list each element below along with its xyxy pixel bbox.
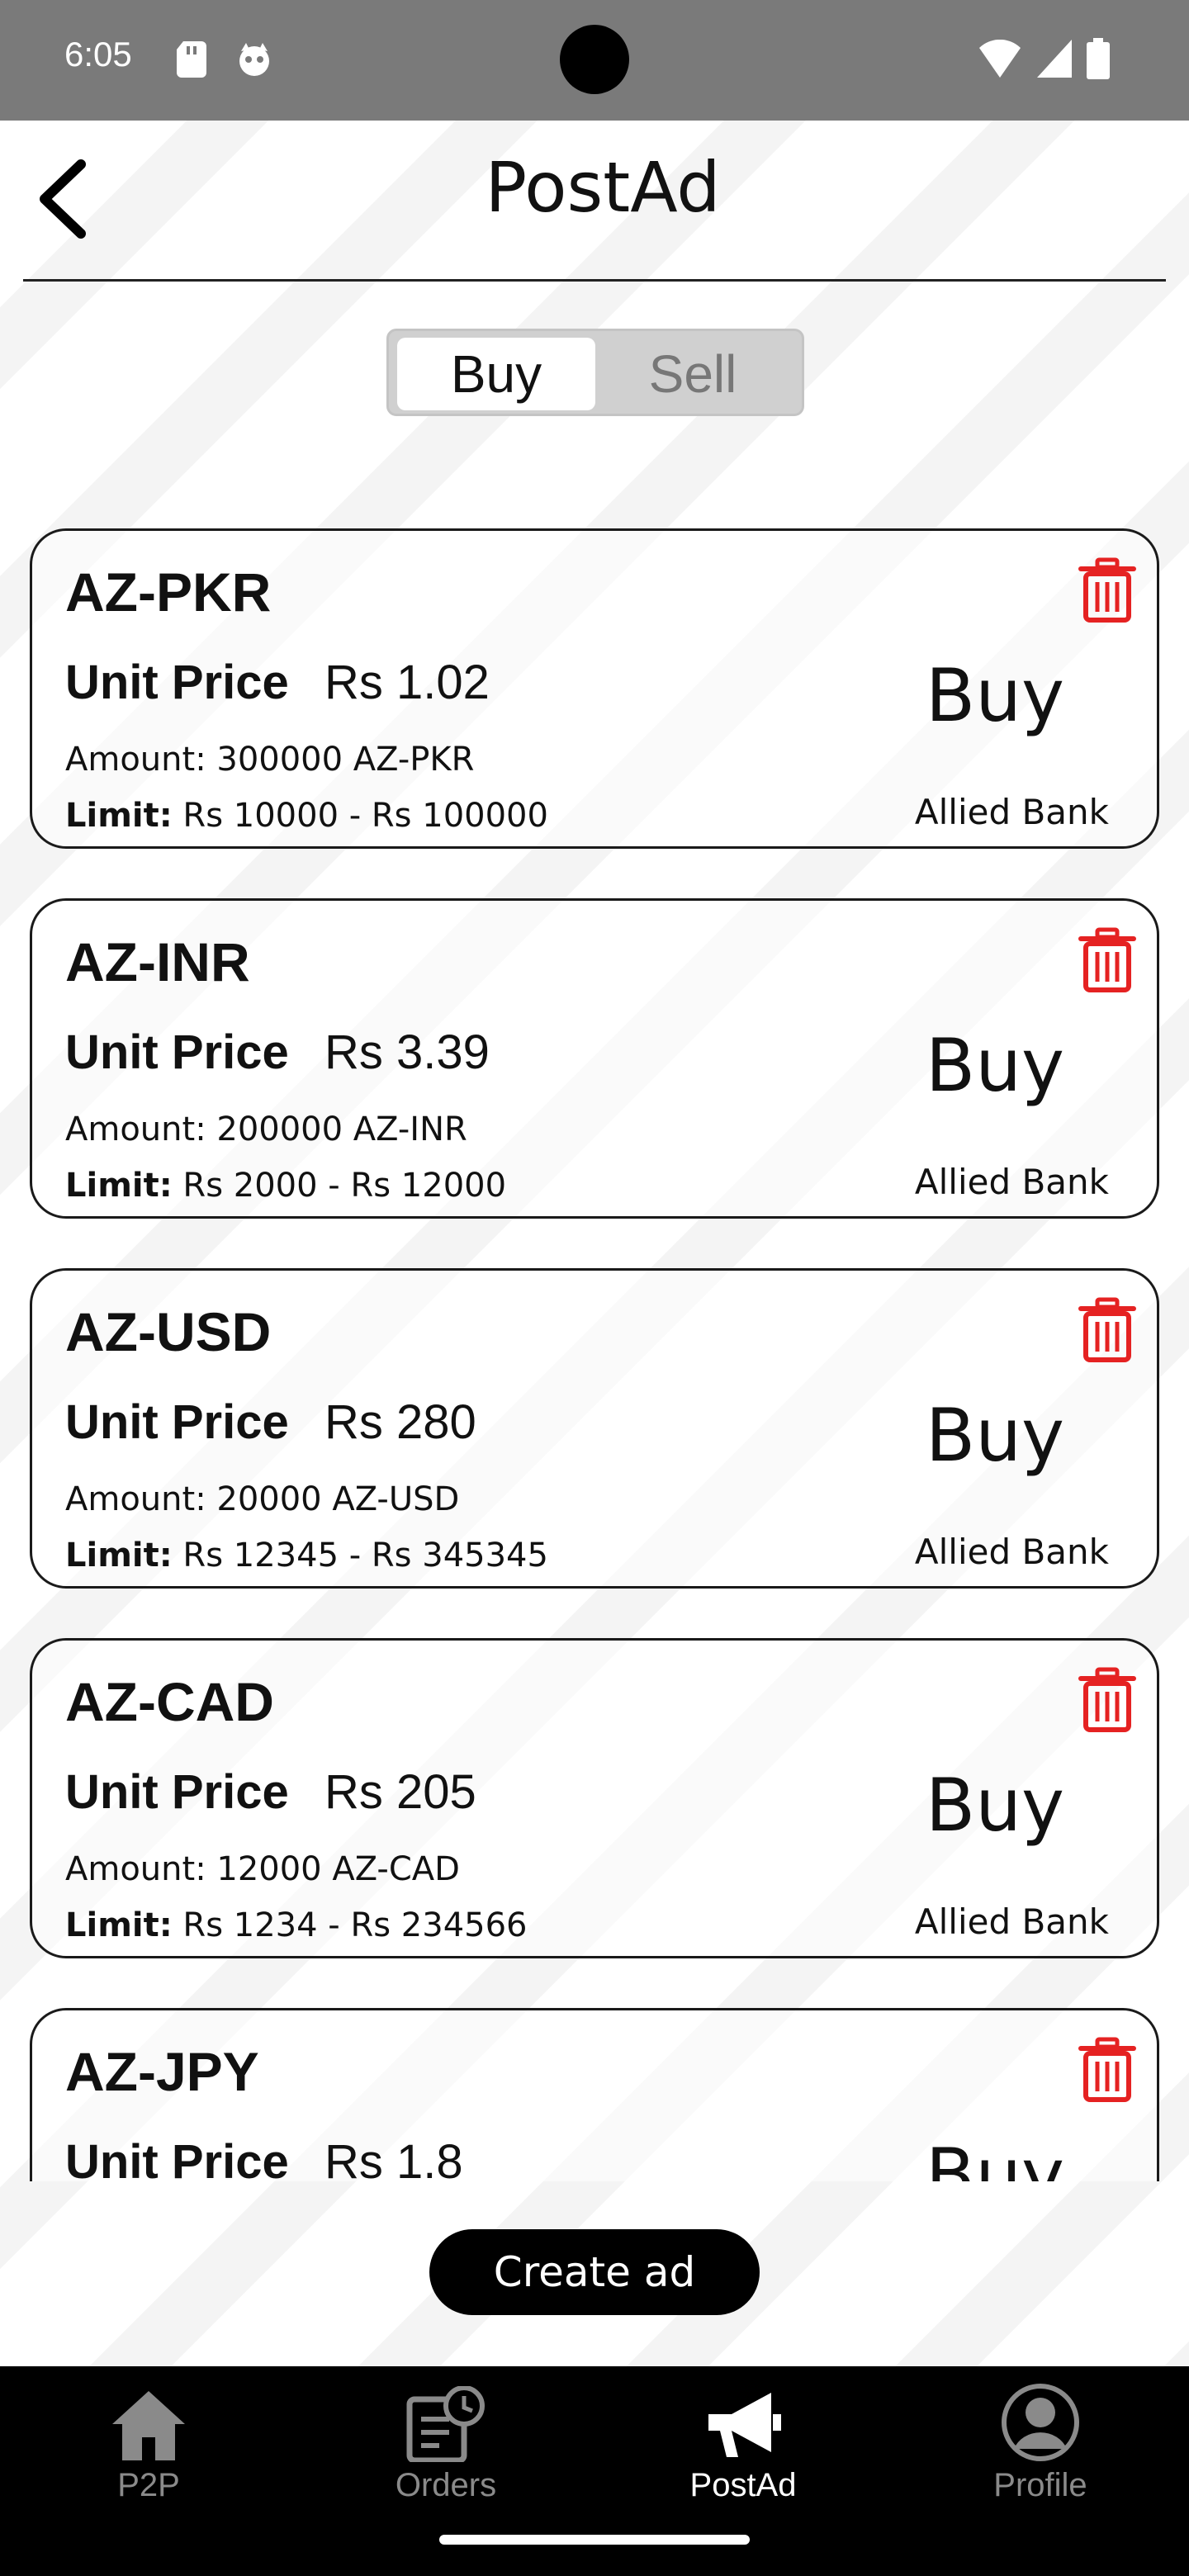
unit-price-label: Unit Price: [65, 1765, 289, 1819]
ad-card[interactable]: AZ-JPY Unit Price Rs 1.8 Buy: [30, 2008, 1159, 2181]
nav-label: P2P: [117, 2467, 180, 2503]
bank-name: Allied Bank: [914, 1901, 1109, 1942]
wifi-icon: [979, 39, 1021, 81]
unit-price-label: Unit Price: [65, 1025, 289, 1079]
limit-value: Rs 12345 - Rs 345345: [172, 1537, 548, 1574]
delete-button[interactable]: [1078, 927, 1137, 993]
limit-label: Limit:: [65, 797, 173, 835]
unit-price-value: Rs 1.02: [324, 656, 490, 709]
delete-button[interactable]: [1078, 557, 1137, 623]
limit-value: Rs 2000 - Rs 12000: [172, 1167, 507, 1205]
nav-profile[interactable]: Profile: [958, 2383, 1123, 2531]
amount-text: Amount: 20000 AZ-USD: [65, 1480, 460, 1518]
ad-action: Buy: [925, 1023, 1065, 1108]
ad-card[interactable]: AZ-CAD Unit Price Rs 205 Amount: 12000 A…: [30, 1638, 1159, 1958]
nav-p2p[interactable]: P2P: [66, 2383, 231, 2531]
unit-price-label: Unit Price: [65, 1395, 289, 1449]
ad-pair: AZ-JPY: [65, 2041, 259, 2102]
unit-price-value: Rs 1.8: [324, 2135, 463, 2181]
create-ad-button[interactable]: Create ad: [429, 2229, 760, 2315]
unit-price-label: Unit Price: [65, 656, 289, 709]
unit-price-label: Unit Price: [65, 2135, 289, 2181]
trash-icon: [1078, 927, 1136, 992]
limit-label: Limit:: [65, 1906, 173, 1944]
unit-price-value: Rs 280: [324, 1395, 476, 1449]
delete-button[interactable]: [1078, 2037, 1137, 2103]
amount-text: Amount: 12000 AZ-CAD: [65, 1850, 460, 1888]
bank-name: Allied Bank: [914, 1532, 1109, 1572]
ad-action: Buy: [925, 653, 1065, 738]
nav-label: Profile: [993, 2467, 1087, 2503]
ad-card[interactable]: AZ-INR Unit Price Rs 3.39 Amount: 200000…: [30, 898, 1159, 1219]
limit-text: Limit: Rs 2000 - Rs 12000: [65, 1167, 506, 1205]
status-time: 6:05: [64, 35, 132, 73]
home-indicator[interactable]: [439, 2535, 750, 2545]
trash-icon: [1078, 1297, 1136, 1362]
cat-icon: [236, 41, 272, 81]
limit-text: Limit: Rs 1234 - Rs 234566: [65, 1906, 527, 1944]
limit-value: Rs 1234 - Rs 234566: [172, 1906, 528, 1944]
bank-name: Allied Bank: [914, 1162, 1109, 1202]
front-camera: [560, 25, 629, 94]
status-bar: 6:05: [0, 0, 1189, 121]
signal-icon: [1037, 40, 1072, 81]
battery-icon: [1087, 38, 1110, 83]
nav-label: PostAd: [689, 2467, 797, 2503]
trash-icon: [1078, 1667, 1136, 1732]
unit-price-value: Rs 205: [324, 1765, 476, 1819]
delete-button[interactable]: [1078, 1297, 1137, 1363]
header-divider: [23, 279, 1166, 282]
unit-price-value: Rs 3.39: [324, 1025, 490, 1079]
nav-orders[interactable]: Orders: [363, 2383, 528, 2531]
sd-card-icon: [177, 41, 206, 81]
amount-text: Amount: 300000 AZ-PKR: [65, 741, 475, 779]
buy-sell-toggle: Buy Sell: [386, 329, 804, 416]
ad-pair: AZ-CAD: [65, 1671, 274, 1732]
ad-pair: AZ-INR: [65, 931, 250, 992]
ad-card[interactable]: AZ-PKR Unit Price Rs 1.02 Amount: 300000…: [30, 528, 1159, 849]
home-icon: [103, 2383, 194, 2462]
ad-action: Buy: [925, 2133, 1065, 2181]
trash-icon: [1078, 557, 1136, 623]
ad-card[interactable]: AZ-USD Unit Price Rs 280 Amount: 20000 A…: [30, 1268, 1159, 1589]
header: PostAd: [0, 121, 1189, 282]
toggle-buy[interactable]: Buy: [397, 338, 595, 410]
limit-text: Limit: Rs 12345 - Rs 345345: [65, 1537, 548, 1574]
amount-text: Amount: 200000 AZ-INR: [65, 1110, 467, 1148]
page-title: PostAd: [485, 147, 721, 228]
nav-postad[interactable]: PostAd: [661, 2383, 826, 2531]
ad-pair: AZ-PKR: [65, 561, 272, 623]
ad-pair: AZ-USD: [65, 1301, 272, 1362]
limit-text: Limit: Rs 10000 - Rs 100000: [65, 797, 548, 835]
delete-button[interactable]: [1078, 1667, 1137, 1733]
limit-value: Rs 10000 - Rs 100000: [172, 797, 548, 835]
limit-label: Limit:: [65, 1167, 173, 1205]
trash-icon: [1078, 2037, 1136, 2102]
orders-icon: [400, 2383, 491, 2462]
toggle-sell[interactable]: Sell: [594, 338, 792, 410]
ad-action: Buy: [925, 1763, 1065, 1848]
profile-icon: [995, 2383, 1086, 2462]
nav-label: Orders: [395, 2467, 497, 2503]
limit-label: Limit:: [65, 1537, 173, 1574]
ad-list[interactable]: AZ-PKR Unit Price Rs 1.02 Amount: 300000…: [0, 528, 1189, 2181]
bank-name: Allied Bank: [914, 792, 1109, 832]
megaphone-icon: [698, 2383, 789, 2462]
ad-action: Buy: [925, 1393, 1065, 1478]
